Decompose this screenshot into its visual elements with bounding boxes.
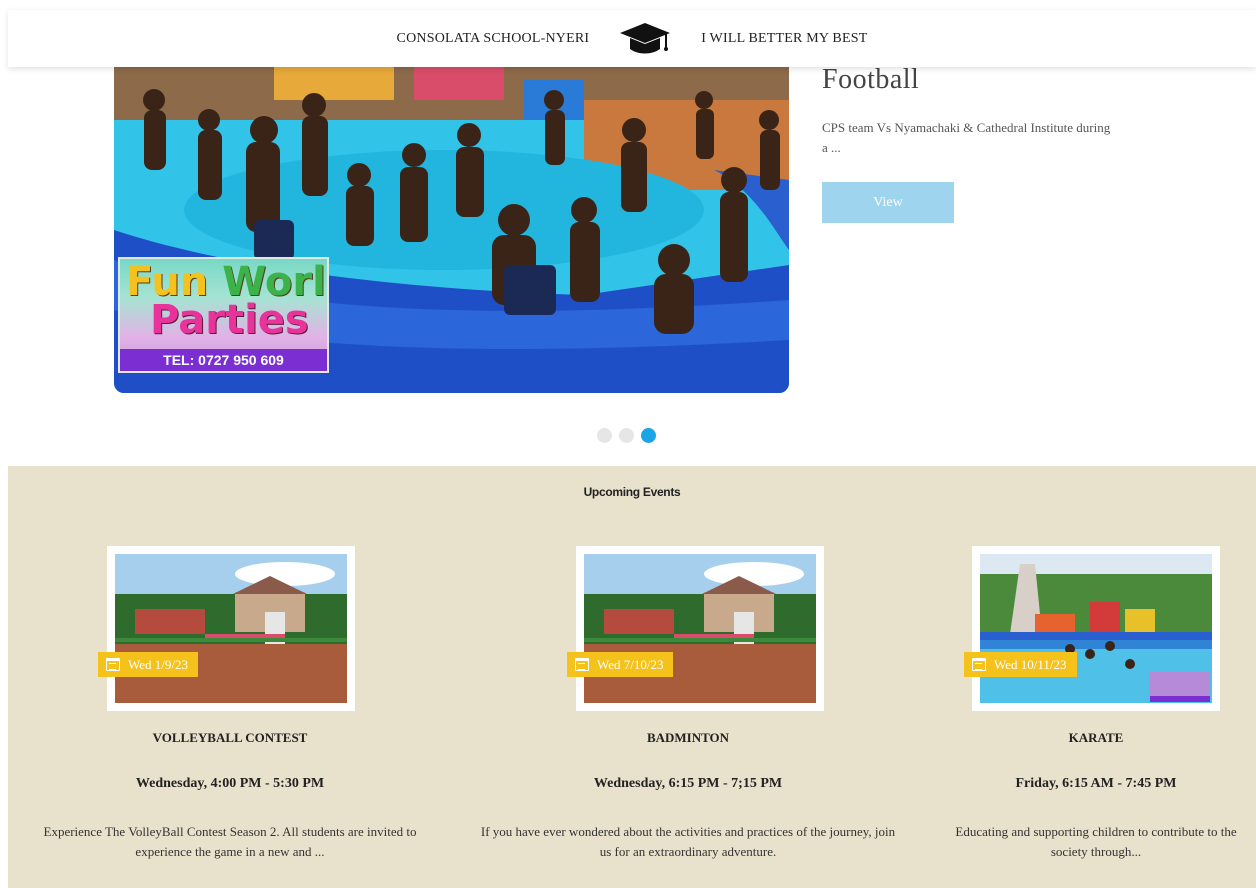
school-motto: I WILL BETTER MY BEST xyxy=(701,30,868,46)
slider-dot-1[interactable] xyxy=(597,428,612,443)
sign-phone: TEL: 0727 950 609 xyxy=(120,349,327,371)
slide-title: Football xyxy=(822,64,920,95)
sign-word-parties: Parties xyxy=(150,297,309,343)
event-date: Wed 10/11/23 xyxy=(994,657,1067,672)
event-name[interactable]: KARATE xyxy=(948,730,1244,746)
event-date-badge: Wed 1/9/23 xyxy=(98,652,198,677)
upcoming-events-section: Upcoming Events Wed 1/9/23 VOLLEYBALL CO… xyxy=(8,466,1256,888)
event-name[interactable]: VOLLEYBALL CONTEST xyxy=(20,730,440,746)
calendar-icon xyxy=(575,658,589,671)
slide-image[interactable]: Fun World Parties TEL: 0727 950 609 xyxy=(114,60,789,393)
event-date: Wed 1/9/23 xyxy=(128,657,188,672)
event-image[interactable] xyxy=(107,546,355,711)
calendar-icon xyxy=(106,658,120,671)
site-header: CONSOLATA SCHOOL-NYERI I WILL BETTER MY … xyxy=(8,10,1256,67)
slider-pagination xyxy=(597,428,656,443)
view-button[interactable]: View xyxy=(822,182,954,223)
event-date-badge: Wed 10/11/23 xyxy=(964,652,1077,677)
event-time: Wednesday, 6:15 PM - 7;15 PM xyxy=(593,776,783,791)
graduation-cap-icon[interactable] xyxy=(617,19,673,59)
event-time: Wednesday, 4:00 PM - 5:30 PM xyxy=(135,776,325,791)
event-description: Educating and supporting children to con… xyxy=(955,824,1237,859)
event-date-badge: Wed 7/10/23 xyxy=(567,652,674,677)
event-image[interactable] xyxy=(972,546,1220,711)
event-description: Experience The VolleyBall Contest Season… xyxy=(43,824,417,859)
fun-world-parties-sign: Fun World Parties TEL: 0727 950 609 xyxy=(118,257,329,373)
slider-dot-2[interactable] xyxy=(619,428,634,443)
event-time: Friday, 6:15 AM - 7:45 PM xyxy=(1015,776,1177,791)
event-image[interactable] xyxy=(576,546,824,711)
school-name-link[interactable]: CONSOLATA SCHOOL-NYERI xyxy=(397,31,590,47)
slider-dot-3[interactable] xyxy=(641,428,656,443)
calendar-icon xyxy=(972,658,986,671)
slide-description: CPS team Vs Nyamachaki & Cathedral Insti… xyxy=(822,120,1111,155)
section-title: Upcoming Events xyxy=(583,485,681,499)
event-description: If you have ever wondered about the acti… xyxy=(480,824,896,859)
event-date: Wed 7/10/23 xyxy=(597,657,664,672)
event-name[interactable]: BADMINTON xyxy=(478,730,898,746)
slide-caption: Football CPS team Vs Nyamachaki & Cathed… xyxy=(822,60,1122,223)
